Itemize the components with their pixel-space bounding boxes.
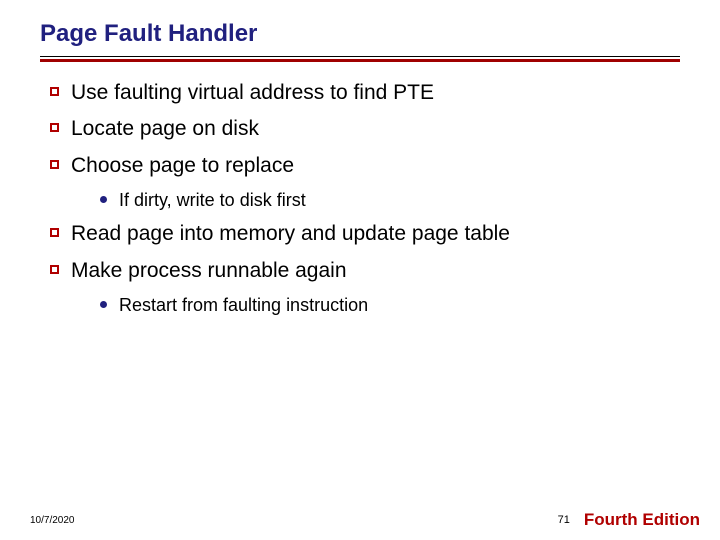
square-bullet-icon bbox=[50, 123, 59, 132]
bullet-text: Read page into memory and update page ta… bbox=[71, 221, 510, 247]
bullet-text: Locate page on disk bbox=[71, 116, 259, 142]
footer: 10/7/2020 71 Fourth Edition bbox=[0, 510, 720, 530]
rule-thin bbox=[40, 56, 680, 57]
square-bullet-icon bbox=[50, 228, 59, 237]
bullet-item: Locate page on disk bbox=[50, 116, 680, 142]
content-area: Use faulting virtual address to find PTE… bbox=[40, 80, 680, 316]
square-bullet-icon bbox=[50, 265, 59, 274]
sub-bullet-item: Restart from faulting instruction bbox=[100, 294, 680, 317]
sub-bullet-text: If dirty, write to disk first bbox=[119, 189, 306, 212]
rule-thick bbox=[40, 59, 680, 62]
title-rule bbox=[40, 56, 680, 62]
bullet-item: Choose page to replace bbox=[50, 153, 680, 179]
footer-date: 10/7/2020 bbox=[30, 515, 75, 526]
square-bullet-icon bbox=[50, 87, 59, 96]
slide-title: Page Fault Handler bbox=[40, 20, 680, 54]
sub-bullet-item: If dirty, write to disk first bbox=[100, 189, 680, 212]
square-bullet-icon bbox=[50, 160, 59, 169]
bullet-item: Read page into memory and update page ta… bbox=[50, 221, 680, 247]
dot-bullet-icon bbox=[100, 301, 107, 308]
footer-right: 71 Fourth Edition bbox=[558, 510, 700, 530]
edition-label: Fourth Edition bbox=[584, 510, 700, 530]
dot-bullet-icon bbox=[100, 196, 107, 203]
bullet-text: Make process runnable again bbox=[71, 258, 347, 284]
bullet-text: Choose page to replace bbox=[71, 153, 294, 179]
page-number: 71 bbox=[558, 514, 570, 526]
bullet-item: Make process runnable again bbox=[50, 258, 680, 284]
bullet-text: Use faulting virtual address to find PTE bbox=[71, 80, 434, 106]
slide: Page Fault Handler Use faulting virtual … bbox=[0, 0, 720, 540]
sub-bullet-text: Restart from faulting instruction bbox=[119, 294, 368, 317]
bullet-item: Use faulting virtual address to find PTE bbox=[50, 80, 680, 106]
